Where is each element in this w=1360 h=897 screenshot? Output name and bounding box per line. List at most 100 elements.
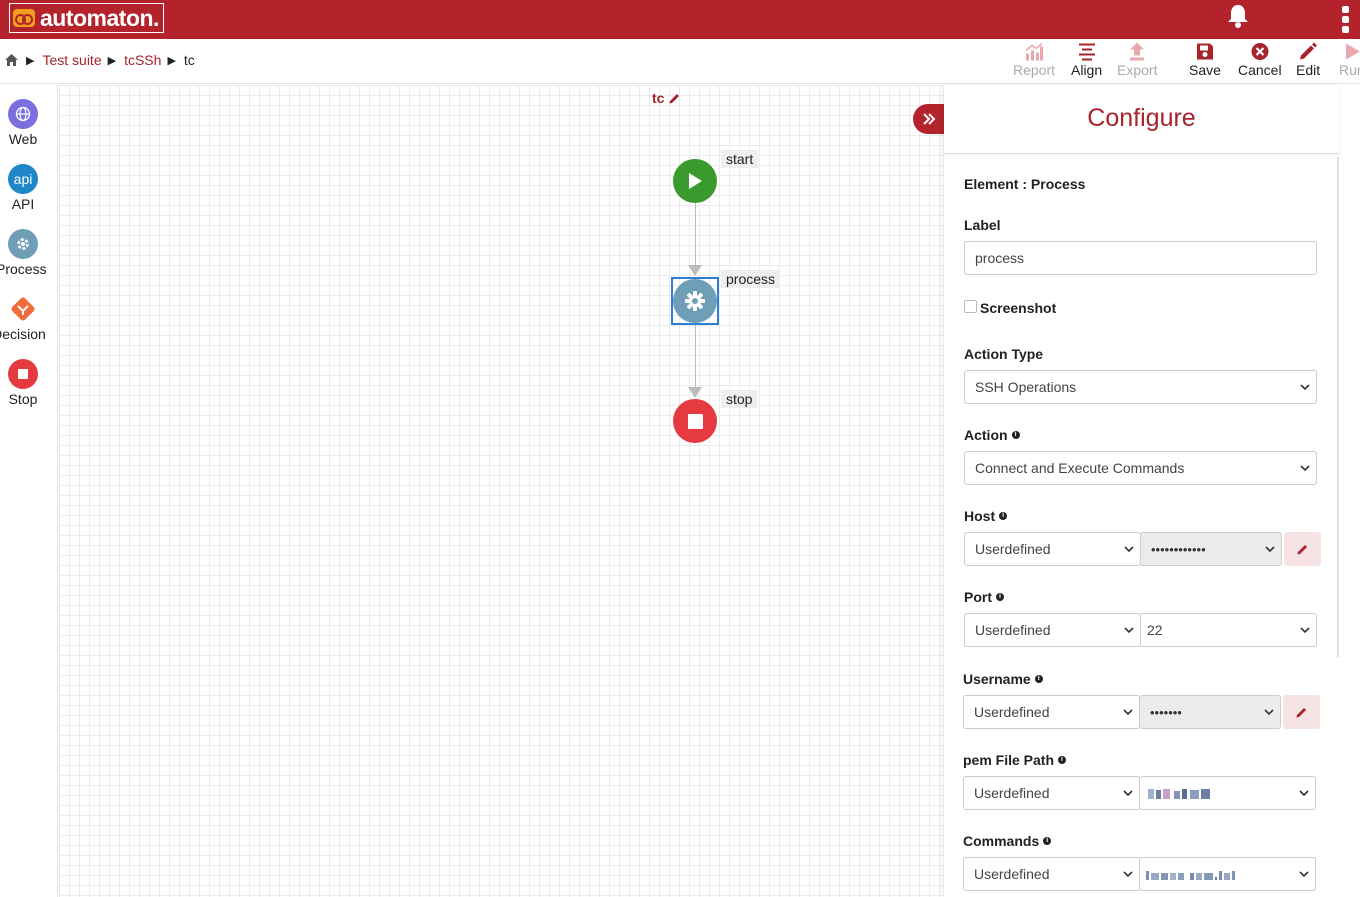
align-label: Align [1071,62,1103,78]
pem-value-select[interactable] [1139,776,1316,810]
palette-api[interactable]: api API [0,164,46,212]
run-label: Run [1339,62,1360,78]
breadcrumb-current: tc [183,52,195,68]
export-button[interactable]: Export [1117,41,1157,78]
username-source-value: Userdefined [974,704,1050,720]
report-button[interactable]: Report [1013,41,1055,78]
label-field-label: Label [964,217,1001,233]
palette-decision[interactable]: Decision [0,294,46,342]
port-value-select[interactable]: 22 [1140,613,1317,647]
screenshot-checkbox[interactable] [964,300,977,313]
pencil-icon [1300,42,1318,60]
chevron-down-icon [1265,546,1275,553]
host-source-select[interactable]: Userdefined [964,532,1141,566]
info-icon[interactable]: i [1058,756,1067,764]
info-icon[interactable]: i [1011,431,1020,439]
run-button[interactable]: Run [1339,41,1360,78]
more-menu-icon[interactable] [1340,6,1350,34]
app-name: automaton. [40,4,159,31]
pencil-icon [1296,708,1306,718]
action-label-text: Action [964,427,1008,443]
info-icon[interactable]: i [999,512,1008,520]
chevron-down-icon [1123,871,1133,878]
port-source-select[interactable]: Userdefined [964,613,1141,647]
username-label: Username i [963,671,1043,687]
palette-process-label: Process [0,261,47,277]
cancel-label: Cancel [1238,62,1282,78]
palette-stop[interactable]: Stop [0,359,46,407]
process-node[interactable] [673,279,717,323]
cancel-button[interactable]: Cancel [1238,41,1282,78]
commands-source-select[interactable]: Userdefined [963,857,1140,891]
edit-title-icon[interactable] [669,92,681,104]
palette-api-label: API [11,196,35,212]
gear-icon [8,229,38,259]
action-select[interactable]: Connect and Execute Commands [964,451,1317,485]
breadcrumb-separator-icon: ▶ [107,54,117,67]
chevron-down-icon [1264,709,1274,716]
save-label: Save [1189,62,1221,78]
align-button[interactable]: Align [1071,41,1102,78]
username-source-select[interactable]: Userdefined [963,695,1140,729]
host-value-select[interactable]: •••••••••••• [1140,532,1282,566]
start-node-label[interactable]: start [721,150,759,168]
edit-button[interactable]: Edit [1296,41,1320,78]
commands-label-text: Commands [963,833,1040,849]
pem-label-text: pem File Path [963,752,1055,768]
top-bar: automaton. [0,0,1360,39]
stop-node-label[interactable]: stop [721,390,758,408]
info-icon[interactable]: i [1043,837,1052,845]
palette-process[interactable]: Process [0,229,47,277]
label-input[interactable]: process [964,241,1317,275]
pencil-icon [1297,545,1307,555]
api-icon: api [8,164,38,194]
username-edit-button[interactable] [1283,695,1320,729]
breadcrumb-bar: ▶ Test suite ▶ tcSSh ▶ tc Report Align E… [0,39,1360,84]
palette-stop-label: Stop [8,391,38,407]
redacted-value-icon [1148,789,1210,800]
configure-panel: Configure Element : Process Label proces… [944,85,1339,897]
info-icon[interactable]: i [996,593,1004,601]
edge-start-process [695,203,696,265]
port-value: 22 [1147,622,1163,638]
edit-label: Edit [1296,62,1321,78]
export-label: Export [1117,62,1158,78]
diagram-title-text: tc [652,90,665,106]
upload-icon [1130,42,1145,61]
palette-decision-label: Decision [0,326,46,342]
chevron-down-icon [1124,627,1134,634]
configure-header: Configure [944,85,1339,154]
stop-node[interactable] [673,399,717,443]
breadcrumb-tcssh[interactable]: tcSSh [124,52,161,68]
globe-icon [8,99,38,129]
chevron-down-icon [1300,465,1310,472]
edge-process-stop [695,325,696,387]
commands-value-select[interactable] [1139,857,1316,891]
start-node[interactable] [673,159,717,203]
info-icon[interactable]: i [1034,675,1043,683]
redacted-value-icon [1146,871,1235,881]
action-type-select[interactable]: SSH Operations [964,370,1317,404]
save-button[interactable]: Save [1189,41,1221,78]
pem-source-select[interactable]: Userdefined [963,776,1140,810]
action-type-value: SSH Operations [975,379,1077,395]
app-logo[interactable]: automaton. [9,3,164,33]
collapse-panel-button[interactable] [913,104,945,134]
panel-scrollbar[interactable] [1337,157,1339,657]
arrow-icon [688,265,702,276]
bell-icon[interactable] [1226,3,1250,29]
palette-web[interactable]: Web [0,99,46,147]
floppy-icon [1196,43,1213,60]
host-label: Host i [964,508,1008,524]
breadcrumb-test-suite[interactable]: Test suite [42,52,101,68]
element-palette: Web api API Process Decision Stop [0,85,58,897]
workflow-canvas[interactable]: tc start process stop [59,85,944,897]
align-icon [1078,43,1095,61]
arrow-icon [688,387,702,398]
port-source-value: Userdefined [975,622,1051,638]
diagram-title[interactable]: tc [652,90,681,106]
host-edit-button[interactable] [1284,532,1321,566]
process-node-label[interactable]: process [721,270,781,288]
username-value-select[interactable]: ••••••• [1139,695,1281,729]
home-icon[interactable] [5,54,18,66]
